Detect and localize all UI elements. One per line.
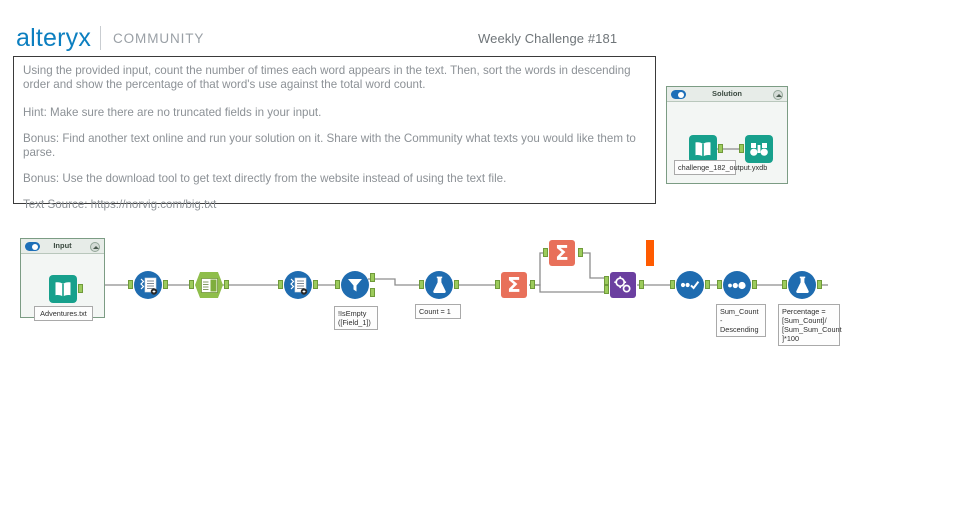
- page-title: Weekly Challenge #181: [478, 31, 618, 46]
- text-to-columns-glyph: [289, 277, 307, 295]
- flask-icon: [788, 271, 816, 299]
- target-input-anchor[interactable]: [604, 276, 609, 285]
- tool-formula-percentage[interactable]: Percentage = [Sum_Count]/ [Sum_Sum_Count…: [778, 271, 842, 346]
- community-label[interactable]: COMMUNITY: [113, 31, 204, 46]
- flask-glyph: [795, 276, 809, 293]
- output-anchor[interactable]: [163, 280, 168, 289]
- filter-funnel-icon: [341, 271, 369, 299]
- output-anchor[interactable]: [454, 280, 459, 289]
- text-to-columns-glyph: [139, 277, 157, 295]
- solution-container-header: Solution: [667, 87, 787, 102]
- filter-expression-annotation: !IsEmpty ([Field_1]): [334, 306, 378, 330]
- tool-text-to-columns-2[interactable]: [278, 271, 318, 299]
- tool-text-to-columns-1[interactable]: [128, 271, 168, 299]
- description-line-intro: Using the provided input, count the numb…: [23, 64, 631, 91]
- output-anchor[interactable]: [224, 280, 229, 289]
- header-divider: [100, 26, 101, 50]
- input-anchor[interactable]: [670, 280, 675, 289]
- sigma-icon: Σ: [549, 240, 575, 266]
- gears-icon: [610, 272, 636, 298]
- input-anchor[interactable]: [495, 280, 500, 289]
- select-icon: [195, 272, 223, 298]
- tool-formula-count[interactable]: Count = 1: [415, 271, 461, 319]
- binoculars-glyph: [750, 142, 768, 156]
- app-root: alteryx COMMUNITY Weekly Challenge #181 …: [0, 0, 980, 530]
- tool-summarize-2[interactable]: Σ: [543, 240, 583, 266]
- input-anchor[interactable]: [782, 280, 787, 289]
- output-anchor[interactable]: [313, 280, 318, 289]
- solution-output-annotation: challenge_182_output.yxdb: [674, 160, 767, 175]
- tool-sort[interactable]: Sum_Count - Descending: [716, 271, 766, 337]
- workflow-canvas[interactable]: !IsEmpty ([Field_1]) Count = 1 Σ Σ Sum_C…: [0, 210, 980, 370]
- tool-unique[interactable]: [670, 271, 710, 299]
- input-anchor[interactable]: [128, 280, 133, 289]
- formula-count-annotation: Count = 1: [415, 304, 461, 319]
- tool-select[interactable]: [189, 272, 229, 298]
- sort-dots-glyph: [727, 281, 746, 289]
- tool-summarize-1[interactable]: Σ: [495, 272, 535, 298]
- output-anchor[interactable]: [705, 280, 710, 289]
- output-anchor[interactable]: [817, 280, 822, 289]
- input-anchor[interactable]: [419, 280, 424, 289]
- tool-filter[interactable]: !IsEmpty ([Field_1]): [334, 271, 378, 330]
- input-anchor[interactable]: [739, 144, 744, 153]
- text-to-columns-icon: [134, 271, 162, 299]
- output-anchor[interactable]: [718, 144, 723, 153]
- true-output-anchor[interactable]: [370, 273, 375, 282]
- alteryx-logo[interactable]: alteryx: [16, 24, 91, 53]
- solution-browse-tool[interactable]: [739, 135, 773, 163]
- flask-glyph: [432, 276, 446, 293]
- description-line-hint: Hint: Make sure there are no truncated f…: [23, 106, 322, 119]
- select-glyph: [200, 277, 218, 293]
- page-header: alteryx COMMUNITY Weekly Challenge #181: [0, 0, 980, 52]
- check-dots-icon: [676, 271, 704, 299]
- source-input-anchor[interactable]: [604, 285, 609, 294]
- formula-percentage-annotation: Percentage = [Sum_Count]/ [Sum_Sum_Count…: [778, 304, 842, 346]
- description-line-bonus-2: Bonus: Use the download tool to get text…: [23, 172, 507, 185]
- solution-tool-container[interactable]: Solution challenge_182_output.yxdb: [666, 86, 788, 184]
- output-anchor[interactable]: [530, 280, 535, 289]
- solution-input-data-tool[interactable]: [689, 135, 723, 163]
- binoculars-icon: [745, 135, 773, 163]
- book-icon: [689, 135, 717, 163]
- input-anchor[interactable]: [335, 280, 340, 289]
- solution-container-body: challenge_182_output.yxdb: [667, 102, 787, 183]
- challenge-description-box: Using the provided input, count the numb…: [13, 56, 656, 211]
- sigma-icon: Σ: [501, 272, 527, 298]
- solution-container-title: Solution: [712, 89, 742, 98]
- check-dots-glyph: [680, 281, 700, 290]
- output-anchor[interactable]: [639, 280, 644, 289]
- input-anchor[interactable]: [717, 280, 722, 289]
- output-anchor[interactable]: [752, 280, 757, 289]
- description-line-bonus-1: Bonus: Find another text online and run …: [23, 132, 636, 159]
- sort-dots-icon: [723, 271, 751, 299]
- flask-icon: [425, 271, 453, 299]
- funnel-glyph: [348, 279, 362, 292]
- output-anchor[interactable]: [578, 248, 583, 257]
- input-anchor[interactable]: [543, 248, 548, 257]
- chevron-up-icon[interactable]: [773, 89, 783, 100]
- false-output-anchor[interactable]: [370, 288, 375, 297]
- gears-glyph: [614, 276, 631, 293]
- text-to-columns-icon: [284, 271, 312, 299]
- input-anchor[interactable]: [278, 280, 283, 289]
- tool-append-fields[interactable]: [604, 272, 644, 298]
- sort-config-annotation: Sum_Count - Descending: [716, 304, 766, 337]
- book-glyph: [695, 141, 711, 157]
- input-anchor[interactable]: [189, 280, 194, 289]
